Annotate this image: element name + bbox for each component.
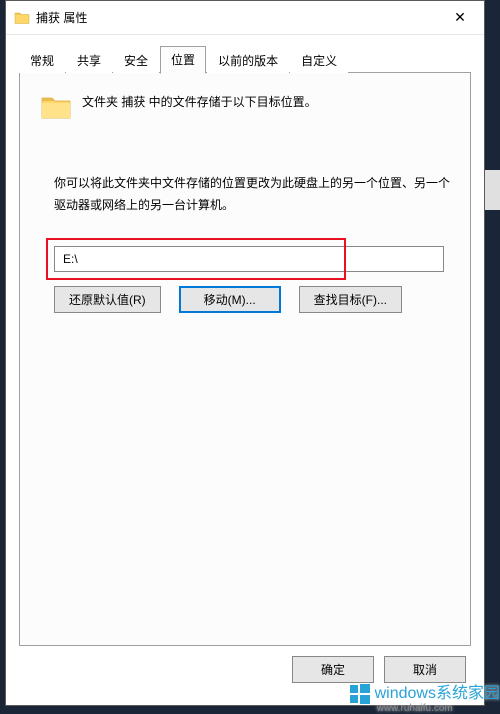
folder-icon: [14, 10, 30, 26]
close-button[interactable]: ✕: [438, 2, 482, 34]
watermark: windows系统家园 www.ruhaifu.com: [349, 679, 500, 714]
watermark-url: www.ruhaifu.com: [377, 703, 500, 714]
tab-customize[interactable]: 自定义: [290, 47, 348, 73]
location-description: 你可以将此文件夹中文件存储的位置更改为此硬盘上的另一个位置、另一个驱动器或网络上…: [54, 173, 450, 216]
folder-large-icon: [40, 91, 72, 123]
properties-dialog: 捕获 属性 ✕ 常规 共享 安全 位置 以前的版本 自定义 文: [5, 0, 485, 706]
tab-sharing[interactable]: 共享: [66, 47, 112, 73]
tab-area: 常规 共享 安全 位置 以前的版本 自定义 文件夹 捕获 中的文件存储于以下目标…: [6, 35, 484, 646]
path-input[interactable]: [54, 246, 444, 272]
titlebar: 捕获 属性 ✕: [6, 1, 484, 35]
tab-content-location: 文件夹 捕获 中的文件存储于以下目标位置。 你可以将此文件夹中文件存储的位置更改…: [19, 73, 471, 646]
window-title: 捕获 属性: [36, 9, 438, 26]
location-header-text: 文件夹 捕获 中的文件存储于以下目标位置。: [82, 91, 317, 112]
tab-location[interactable]: 位置: [160, 46, 206, 74]
windows-logo-icon: [349, 683, 371, 710]
restore-default-button[interactable]: 还原默认值(R): [54, 286, 161, 313]
find-target-button[interactable]: 查找目标(F)...: [299, 286, 402, 313]
watermark-text: windows系统家园: [375, 679, 500, 703]
tab-security[interactable]: 安全: [113, 47, 159, 73]
move-button[interactable]: 移动(M)...: [179, 286, 281, 313]
tab-previous-versions[interactable]: 以前的版本: [207, 47, 289, 73]
tab-strip: 常规 共享 安全 位置 以前的版本 自定义: [19, 45, 471, 73]
tab-general[interactable]: 常规: [19, 47, 65, 73]
